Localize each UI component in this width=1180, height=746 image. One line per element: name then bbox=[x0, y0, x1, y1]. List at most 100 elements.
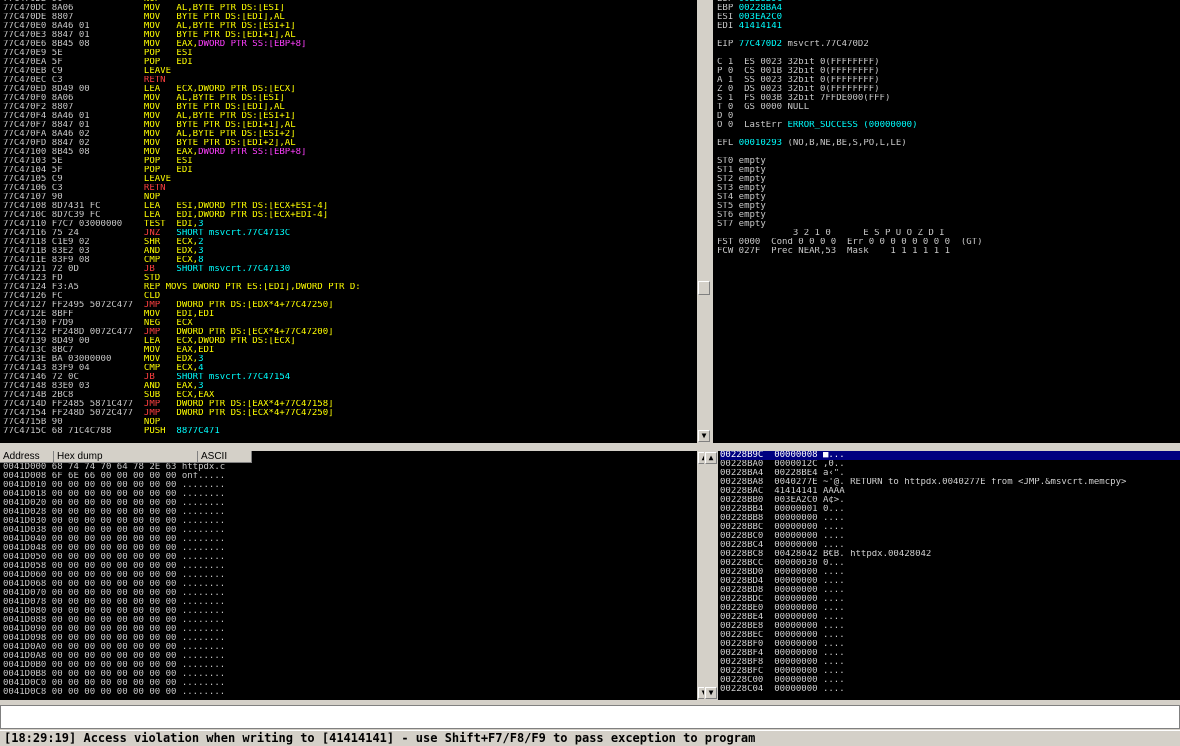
disasm-row[interactable]: 77C47103 5E POP ESI bbox=[3, 157, 361, 166]
disasm-row[interactable]: 77C47121 72 0D JB SHORT msvcrt.77C47130 bbox=[3, 265, 361, 274]
stack-row[interactable]: 00228BD4 00000000 .... bbox=[720, 577, 1180, 586]
disasm-row[interactable]: 77C47106 C3 RETN bbox=[3, 184, 361, 193]
stack-row[interactable]: 00228BD0 00000000 .... bbox=[720, 568, 1180, 577]
stack-scrollbar[interactable]: ▲ ▼ bbox=[704, 451, 718, 700]
dump-row[interactable]: 0041D050 00 00 00 00 00 00 00 00 .......… bbox=[3, 553, 225, 562]
dump-row[interactable]: 0041D018 00 00 00 00 00 00 00 00 .......… bbox=[3, 490, 225, 499]
register-row[interactable]: ST7 empty bbox=[717, 220, 983, 229]
dump-row[interactable]: 0041D080 00 00 00 00 00 00 00 00 .......… bbox=[3, 607, 225, 616]
dump-row[interactable]: 0041D020 00 00 00 00 00 00 00 00 .......… bbox=[3, 499, 225, 508]
register-row[interactable]: ST3 empty bbox=[717, 184, 983, 193]
registers-pane[interactable]: ESP 00228B9CEBP 00228BA4ESI 003EA2C0EDI … bbox=[713, 0, 1180, 443]
dump-row[interactable]: 0041D098 00 00 00 00 00 00 00 00 .......… bbox=[3, 634, 225, 643]
disasm-row[interactable]: 77C4715B 90 NOP bbox=[3, 418, 361, 427]
disasm-row[interactable]: 77C47123 FD STD bbox=[3, 274, 361, 283]
disasm-row[interactable]: 77C470E0 8A46 01 MOV AL,BYTE PTR DS:[ESI… bbox=[3, 22, 361, 31]
disasm-row[interactable]: 77C47148 83E0 03 AND EAX,3 bbox=[3, 382, 361, 391]
dump-header-hex[interactable]: Hex dump bbox=[54, 451, 198, 463]
disasm-row[interactable]: 77C470EC C3 RETN bbox=[3, 76, 361, 85]
register-row[interactable]: ST5 empty bbox=[717, 202, 983, 211]
stack-pane[interactable]: 00228B9C 00000008 ■... 00228BA0 0000012C… bbox=[718, 451, 1180, 700]
register-row[interactable]: P 0 CS 001B 32bit 0(FFFFFFFF) bbox=[717, 67, 983, 76]
stack-row[interactable]: 00228BF4 00000000 .... bbox=[720, 649, 1180, 658]
disasm-row[interactable]: 77C470ED 8D49 00 LEA ECX,DWORD PTR DS:[E… bbox=[3, 85, 361, 94]
stack-row[interactable]: 00228BCC 00000030 0... bbox=[720, 559, 1180, 568]
register-row[interactable]: T 0 GS 0000 NULL bbox=[717, 103, 983, 112]
stack-row[interactable]: 00228BFC 00000000 .... bbox=[720, 667, 1180, 676]
dump-row[interactable]: 0041D078 00 00 00 00 00 00 00 00 .......… bbox=[3, 598, 225, 607]
disassembly-scrollbar[interactable]: ▼ bbox=[697, 0, 711, 443]
disasm-row[interactable]: 77C4710C 8D7C39 FC LEA EDI,DWORD PTR DS:… bbox=[3, 211, 361, 220]
dump-row[interactable]: 0041D008 6F 6E 66 00 00 00 00 00 onf....… bbox=[3, 472, 225, 481]
register-row[interactable]: ESI 003EA2C0 bbox=[717, 13, 983, 22]
disasm-row[interactable]: 77C47132 FF248D 0072C477 JMP DWORD PTR D… bbox=[3, 328, 361, 337]
dump-row[interactable]: 0041D000 68 74 74 70 64 78 2E 63 httpdx.… bbox=[3, 463, 225, 472]
disasm-row[interactable]: 77C470F0 8A06 MOV AL,BYTE PTR DS:[ESI] bbox=[3, 94, 361, 103]
stack-row[interactable]: 00228BE0 00000000 .... bbox=[720, 604, 1180, 613]
stack-row[interactable]: 00228BA0 0000012C ,0.. bbox=[720, 460, 1180, 469]
disasm-row[interactable]: 77C470F2 8807 MOV BYTE PTR DS:[EDI],AL bbox=[3, 103, 361, 112]
stack-row[interactable]: 00228BB8 00000000 .... bbox=[720, 514, 1180, 523]
stack-row[interactable]: 00228BB4 00000001 0... bbox=[720, 505, 1180, 514]
disasm-row[interactable]: 77C47116 75 24 JNZ SHORT msvcrt.77C4713C bbox=[3, 229, 361, 238]
register-row[interactable]: A 1 SS 0023 32bit 0(FFFFFFFF) bbox=[717, 76, 983, 85]
stack-row[interactable]: 00228BBC 00000000 .... bbox=[720, 523, 1180, 532]
stack-row[interactable]: 00228B9C 00000008 ■... bbox=[720, 451, 1180, 460]
disasm-row[interactable]: 77C470FA 8A46 02 MOV AL,BYTE PTR DS:[ESI… bbox=[3, 130, 361, 139]
disasm-row[interactable]: 77C47143 83F9 04 CMP ECX,4 bbox=[3, 364, 361, 373]
disasm-row[interactable]: 77C4711E 83F9 08 CMP ECX,8 bbox=[3, 256, 361, 265]
stack-row[interactable]: 00228BE4 00000000 .... bbox=[720, 613, 1180, 622]
dump-row[interactable]: 0041D028 00 00 00 00 00 00 00 00 .......… bbox=[3, 508, 225, 517]
stack-row[interactable]: 00228BE8 00000000 .... bbox=[720, 622, 1180, 631]
dump-header-ascii[interactable]: ASCII bbox=[198, 451, 252, 463]
dump-row[interactable]: 0041D090 00 00 00 00 00 00 00 00 .......… bbox=[3, 625, 225, 634]
disasm-row[interactable]: 77C4714D FF2485 5871C477 JMP DWORD PTR D… bbox=[3, 400, 361, 409]
disasm-row[interactable]: 77C470E9 5E POP ESI bbox=[3, 49, 361, 58]
disasm-row[interactable]: 77C470F7 8847 01 MOV BYTE PTR DS:[EDI+1]… bbox=[3, 121, 361, 130]
stack-row[interactable]: 00228C00 00000000 .... bbox=[720, 676, 1180, 685]
disasm-row[interactable]: 77C47130 F7D9 NEG ECX bbox=[3, 319, 361, 328]
register-row[interactable]: ST0 empty bbox=[717, 157, 983, 166]
dump-row[interactable]: 0041D0C8 00 00 00 00 00 00 00 00 .......… bbox=[3, 688, 225, 697]
register-row[interactable]: ST6 empty bbox=[717, 211, 983, 220]
disassembly-scroll-thumb[interactable] bbox=[698, 281, 710, 295]
register-row[interactable]: D 0 bbox=[717, 112, 983, 121]
dump-row[interactable]: 0041D060 00 00 00 00 00 00 00 00 .......… bbox=[3, 571, 225, 580]
stack-row[interactable]: 00228BF8 00000000 .... bbox=[720, 658, 1180, 667]
dump-row[interactable]: 0041D058 00 00 00 00 00 00 00 00 .......… bbox=[3, 562, 225, 571]
stack-row[interactable]: 00228BA4 00228BE4 ä‹". bbox=[720, 469, 1180, 478]
horizontal-splitter[interactable] bbox=[0, 443, 1180, 451]
stack-row[interactable]: 00228BC8 00428042 B€B. httpdx.00428042 bbox=[720, 550, 1180, 559]
dump-row[interactable]: 0041D040 00 00 00 00 00 00 00 00 .......… bbox=[3, 535, 225, 544]
register-row[interactable]: Z 0 DS 0023 32bit 0(FFFFFFFF) bbox=[717, 85, 983, 94]
disasm-row[interactable]: 77C4713E BA 03000000 MOV EDX,3 bbox=[3, 355, 361, 364]
stack-row[interactable]: 00228BAC 41414141 AAAA bbox=[720, 487, 1180, 496]
disasm-row[interactable]: 77C470DE 8807 MOV BYTE PTR DS:[EDI],AL bbox=[3, 13, 361, 22]
dump-row[interactable]: 0041D038 00 00 00 00 00 00 00 00 .......… bbox=[3, 526, 225, 535]
chevron-down-icon[interactable]: ▼ bbox=[698, 430, 710, 442]
stack-row[interactable]: 00228BB0 003EA2C0 À¢>. bbox=[720, 496, 1180, 505]
disassembly-pane[interactable]: 77C470DB 90 NOP 77C470DC 8A06 MOV AL,BYT… bbox=[0, 0, 697, 443]
disasm-row[interactable]: 77C47105 C9 LEAVE bbox=[3, 175, 361, 184]
register-row[interactable]: EDI 41414141 bbox=[717, 22, 983, 31]
register-row[interactable]: 3 2 1 0 E S P U O Z D I bbox=[717, 229, 983, 238]
stack-row[interactable]: 00228BD8 00000000 .... bbox=[720, 586, 1180, 595]
register-row[interactable]: EFL 00010293 (NO,B,NE,BE,S,PO,L,LE) bbox=[717, 139, 983, 148]
stack-row[interactable]: 00228C04 00000000 .... bbox=[720, 685, 1180, 694]
disasm-row[interactable]: 77C470EB C9 LEAVE bbox=[3, 67, 361, 76]
dump-row[interactable]: 0041D070 00 00 00 00 00 00 00 00 .......… bbox=[3, 589, 225, 598]
disasm-row[interactable]: 77C47118 C1E9 02 SHR ECX,2 bbox=[3, 238, 361, 247]
disasm-row[interactable]: 77C47126 FC CLD bbox=[3, 292, 361, 301]
register-row[interactable]: ST1 empty bbox=[717, 166, 983, 175]
stack-row[interactable]: 00228BC4 00000000 .... bbox=[720, 541, 1180, 550]
disasm-row[interactable]: 77C47146 72 0C JB SHORT msvcrt.77C47154 bbox=[3, 373, 361, 382]
disasm-row[interactable]: 77C47154 FF248D 5072C477 JMP DWORD PTR D… bbox=[3, 409, 361, 418]
register-row[interactable]: EBP 00228BA4 bbox=[717, 4, 983, 13]
disasm-row[interactable]: 77C470EA 5F POP EDI bbox=[3, 58, 361, 67]
disasm-row[interactable]: 77C470F4 8A46 01 MOV AL,BYTE PTR DS:[ESI… bbox=[3, 112, 361, 121]
stack-row[interactable]: 00228BC0 00000000 .... bbox=[720, 532, 1180, 541]
dump-pane[interactable]: Address Hex dump ASCII 0041D000 68 74 74… bbox=[0, 451, 697, 700]
stack-row[interactable]: 00228BEC 00000000 .... bbox=[720, 631, 1180, 640]
disasm-row[interactable]: 77C47127 FF2495 5072C477 JMP DWORD PTR D… bbox=[3, 301, 361, 310]
stack-row[interactable]: 00228BF0 00000000 .... bbox=[720, 640, 1180, 649]
